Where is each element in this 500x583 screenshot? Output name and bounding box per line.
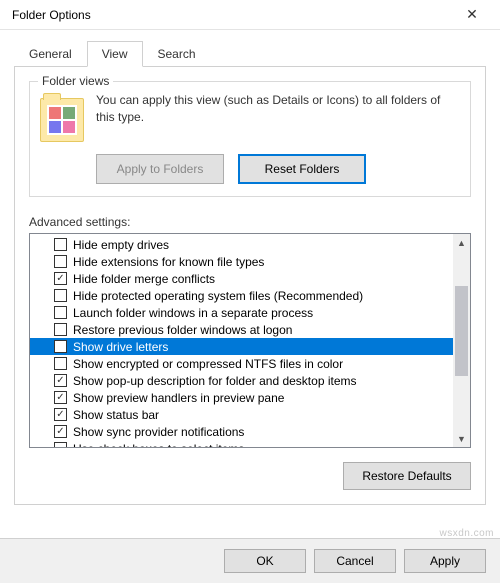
checkbox-icon[interactable]: ✓ [54, 374, 67, 387]
scroll-track[interactable] [453, 251, 470, 430]
advanced-settings-list[interactable]: Hide empty drives Hide extensions for kno… [30, 234, 453, 447]
tab-search[interactable]: Search [143, 41, 211, 67]
close-icon: ✕ [466, 6, 478, 23]
restore-defaults-button[interactable]: Restore Defaults [343, 462, 471, 490]
list-item-label: Hide extensions for known file types [73, 255, 264, 269]
checkbox-icon[interactable]: ✓ [54, 408, 67, 421]
list-item[interactable]: ✓ Hide folder merge conflicts [30, 270, 453, 287]
checkbox-icon[interactable] [54, 255, 67, 268]
folder-views-text: You can apply this view (such as Details… [96, 92, 460, 142]
list-item-label: Use check boxes to select items [73, 442, 244, 448]
list-item[interactable]: Use check boxes to select items [30, 440, 453, 447]
reset-folders-button[interactable]: Reset Folders [238, 154, 366, 184]
list-item-label: Show sync provider notifications [73, 425, 244, 439]
window-title: Folder Options [12, 8, 91, 22]
list-item[interactable]: ✓ Show preview handlers in preview pane [30, 389, 453, 406]
list-item[interactable]: ✓ Show sync provider notifications [30, 423, 453, 440]
checkbox-icon[interactable] [54, 238, 67, 251]
checkbox-icon[interactable] [54, 323, 67, 336]
scroll-down-icon[interactable]: ▼ [453, 430, 470, 447]
checkbox-icon[interactable] [54, 289, 67, 302]
checkbox-icon[interactable] [54, 357, 67, 370]
tab-view[interactable]: View [87, 41, 143, 67]
checkbox-icon[interactable] [54, 306, 67, 319]
list-item-label: Hide folder merge conflicts [73, 272, 215, 286]
scroll-up-icon[interactable]: ▲ [453, 234, 470, 251]
checkbox-icon[interactable] [54, 340, 67, 353]
tab-strip: General View Search [14, 40, 486, 67]
list-item-label: Show preview handlers in preview pane [73, 391, 284, 405]
advanced-settings-label: Advanced settings: [29, 215, 471, 229]
list-item[interactable]: Hide empty drives [30, 236, 453, 253]
checkbox-icon[interactable]: ✓ [54, 391, 67, 404]
checkbox-icon[interactable]: ✓ [54, 425, 67, 438]
tab-general[interactable]: General [14, 41, 87, 67]
apply-button[interactable]: Apply [404, 549, 486, 573]
close-button[interactable]: ✕ [452, 1, 492, 29]
list-item[interactable]: Hide extensions for known file types [30, 253, 453, 270]
list-item[interactable]: ✓ Show pop-up description for folder and … [30, 372, 453, 389]
list-item-label: Hide protected operating system files (R… [73, 289, 363, 303]
list-item[interactable]: Show encrypted or compressed NTFS files … [30, 355, 453, 372]
apply-to-folders-button: Apply to Folders [96, 154, 224, 184]
list-item-label: Show encrypted or compressed NTFS files … [73, 357, 343, 371]
list-item-label: Hide empty drives [73, 238, 169, 252]
dialog-button-bar: OK Cancel Apply [0, 538, 500, 583]
view-panel: Folder views You can apply this view (su… [14, 67, 486, 505]
ok-button[interactable]: OK [224, 549, 306, 573]
scroll-thumb[interactable] [455, 286, 468, 376]
list-item[interactable]: Hide protected operating system files (R… [30, 287, 453, 304]
list-item[interactable]: Show drive letters [30, 338, 453, 355]
folder-views-group: Folder views You can apply this view (su… [29, 81, 471, 197]
checkbox-icon[interactable]: ✓ [54, 272, 67, 285]
scrollbar[interactable]: ▲ ▼ [453, 234, 470, 447]
checkbox-icon[interactable] [54, 442, 67, 447]
list-item-label: Show pop-up description for folder and d… [73, 374, 357, 388]
list-item[interactable]: Launch folder windows in a separate proc… [30, 304, 453, 321]
content-area: General View Search Folder views You can… [0, 30, 500, 505]
folder-icon [40, 98, 84, 142]
list-item-label: Restore previous folder windows at logon [73, 323, 292, 337]
list-item-label: Launch folder windows in a separate proc… [73, 306, 313, 320]
list-item-label: Show status bar [73, 408, 159, 422]
advanced-settings-listbox: Hide empty drives Hide extensions for kno… [29, 233, 471, 448]
cancel-button[interactable]: Cancel [314, 549, 396, 573]
list-item[interactable]: Restore previous folder windows at logon [30, 321, 453, 338]
titlebar: Folder Options ✕ [0, 0, 500, 30]
list-item-label: Show drive letters [73, 340, 168, 354]
list-item[interactable]: ✓ Show status bar [30, 406, 453, 423]
folder-views-legend: Folder views [38, 74, 113, 88]
